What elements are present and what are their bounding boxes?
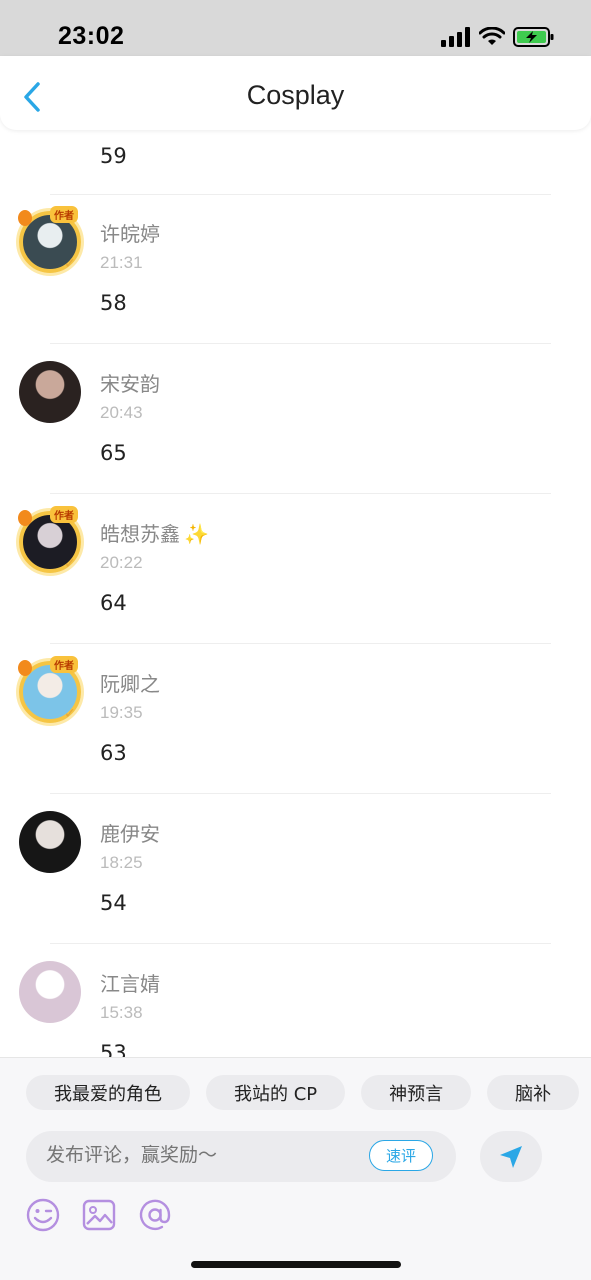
balloon-icon [18, 660, 32, 676]
topic-chip[interactable]: 脑补 [487, 1075, 580, 1110]
image-button[interactable] [80, 1196, 118, 1234]
avatar[interactable] [19, 811, 81, 873]
avatar-frame [16, 958, 84, 1026]
comment-author[interactable]: 鹿伊安 [100, 818, 160, 847]
status-bar: 23:02 [0, 0, 591, 56]
comment-time: 21:31 [100, 253, 143, 272]
battery-charging-icon [513, 27, 554, 47]
balloon-icon [18, 510, 32, 526]
comment-time: 18:25 [100, 853, 143, 872]
home-indicator[interactable] [191, 1261, 401, 1268]
mention-icon [139, 1199, 171, 1231]
sparkles-icon: ✨ [184, 522, 209, 546]
author-badge: 作者 [50, 506, 78, 523]
comment-item[interactable]: 江言婧 15:38 53 [0, 944, 591, 1057]
comment-value: 59 [100, 144, 127, 168]
comment-list[interactable]: 59 作者 ✓ 许皖婷 21:31 58 宋安韵 20:43 65 作者 ✓ 皓想苏鑫 ✨ 20:22 6… [0, 130, 591, 1057]
author-name: 鹿伊安 [100, 822, 160, 846]
comment-item[interactable]: 作者 ✓ 阮卿之 19:35 63 [0, 644, 591, 794]
signal-icon [441, 27, 470, 47]
comment-author[interactable]: 江言婧 [100, 968, 160, 997]
send-button[interactable] [480, 1131, 542, 1182]
comment-item[interactable]: 作者 ✓ 许皖婷 21:31 58 [0, 194, 591, 344]
comment-item[interactable]: 鹿伊安 18:25 54 [0, 794, 591, 944]
author-name: 江言婧 [100, 972, 160, 996]
comment-value: 54 [100, 891, 127, 915]
comment-composer: 我最爱的角色 我站的 CP 神预言 脑补 速评 [0, 1057, 591, 1280]
avatar[interactable] [19, 361, 81, 423]
topic-chip[interactable]: 我最爱的角色 [26, 1075, 190, 1110]
status-icons [441, 26, 555, 48]
avatar[interactable] [19, 961, 81, 1023]
comment-author[interactable]: 许皖婷 [100, 218, 160, 247]
check-icon: ✓ [64, 706, 76, 722]
check-icon: ✓ [64, 256, 76, 272]
comment-value: 65 [100, 441, 127, 465]
avatar-frame: 作者 ✓ [16, 506, 84, 576]
author-badge: 作者 [50, 656, 78, 673]
nav-bar: Cosplay [0, 56, 591, 130]
topic-chip[interactable]: 我站的 CP [206, 1075, 346, 1110]
image-icon [82, 1199, 116, 1231]
comment-time: 20:22 [100, 553, 143, 572]
comment-author[interactable]: 阮卿之 [100, 668, 160, 697]
avatar-frame: 作者 ✓ [16, 656, 84, 726]
comment-value: 63 [100, 741, 127, 765]
topic-chips: 我最爱的角色 我站的 CP 神预言 脑补 [26, 1075, 580, 1110]
page-title: Cosplay [246, 80, 345, 110]
author-name: 皓想苏鑫 [100, 522, 180, 546]
emoji-button[interactable] [24, 1196, 62, 1234]
comment-author[interactable]: 皓想苏鑫 ✨ [100, 518, 209, 547]
wifi-icon [479, 27, 505, 45]
comment-time: 15:38 [100, 1003, 143, 1022]
comment-item[interactable]: 作者 ✓ 皓想苏鑫 ✨ 20:22 64 [0, 494, 591, 644]
comment-input[interactable] [46, 1144, 366, 1166]
author-badge: 作者 [50, 206, 78, 223]
avatar-frame [16, 808, 84, 876]
comment-value: 64 [100, 591, 127, 615]
send-icon [500, 1145, 522, 1168]
author-name: 阮卿之 [100, 672, 160, 696]
comment-value: 58 [100, 291, 127, 315]
quick-comment-button[interactable]: 速评 [369, 1140, 433, 1171]
composer-tools [24, 1196, 174, 1234]
avatar-frame [16, 358, 84, 426]
emoji-icon [26, 1198, 60, 1232]
topic-chip[interactable]: 神预言 [361, 1075, 472, 1110]
comment-time: 20:43 [100, 403, 143, 422]
author-name: 宋安韵 [100, 372, 160, 396]
author-name: 许皖婷 [100, 222, 160, 246]
comment-value: 53 [100, 1041, 127, 1057]
balloon-icon [18, 210, 32, 226]
status-time: 23:02 [58, 22, 125, 50]
check-icon: ✓ [64, 556, 76, 572]
comment-time: 19:35 [100, 703, 143, 722]
comment-author[interactable]: 宋安韵 [100, 368, 160, 397]
avatar-frame: 作者 ✓ [16, 206, 84, 276]
comment-item[interactable]: 宋安韵 20:43 65 [0, 344, 591, 494]
mention-button[interactable] [136, 1196, 174, 1234]
comment-input-box[interactable]: 速评 [26, 1131, 456, 1182]
